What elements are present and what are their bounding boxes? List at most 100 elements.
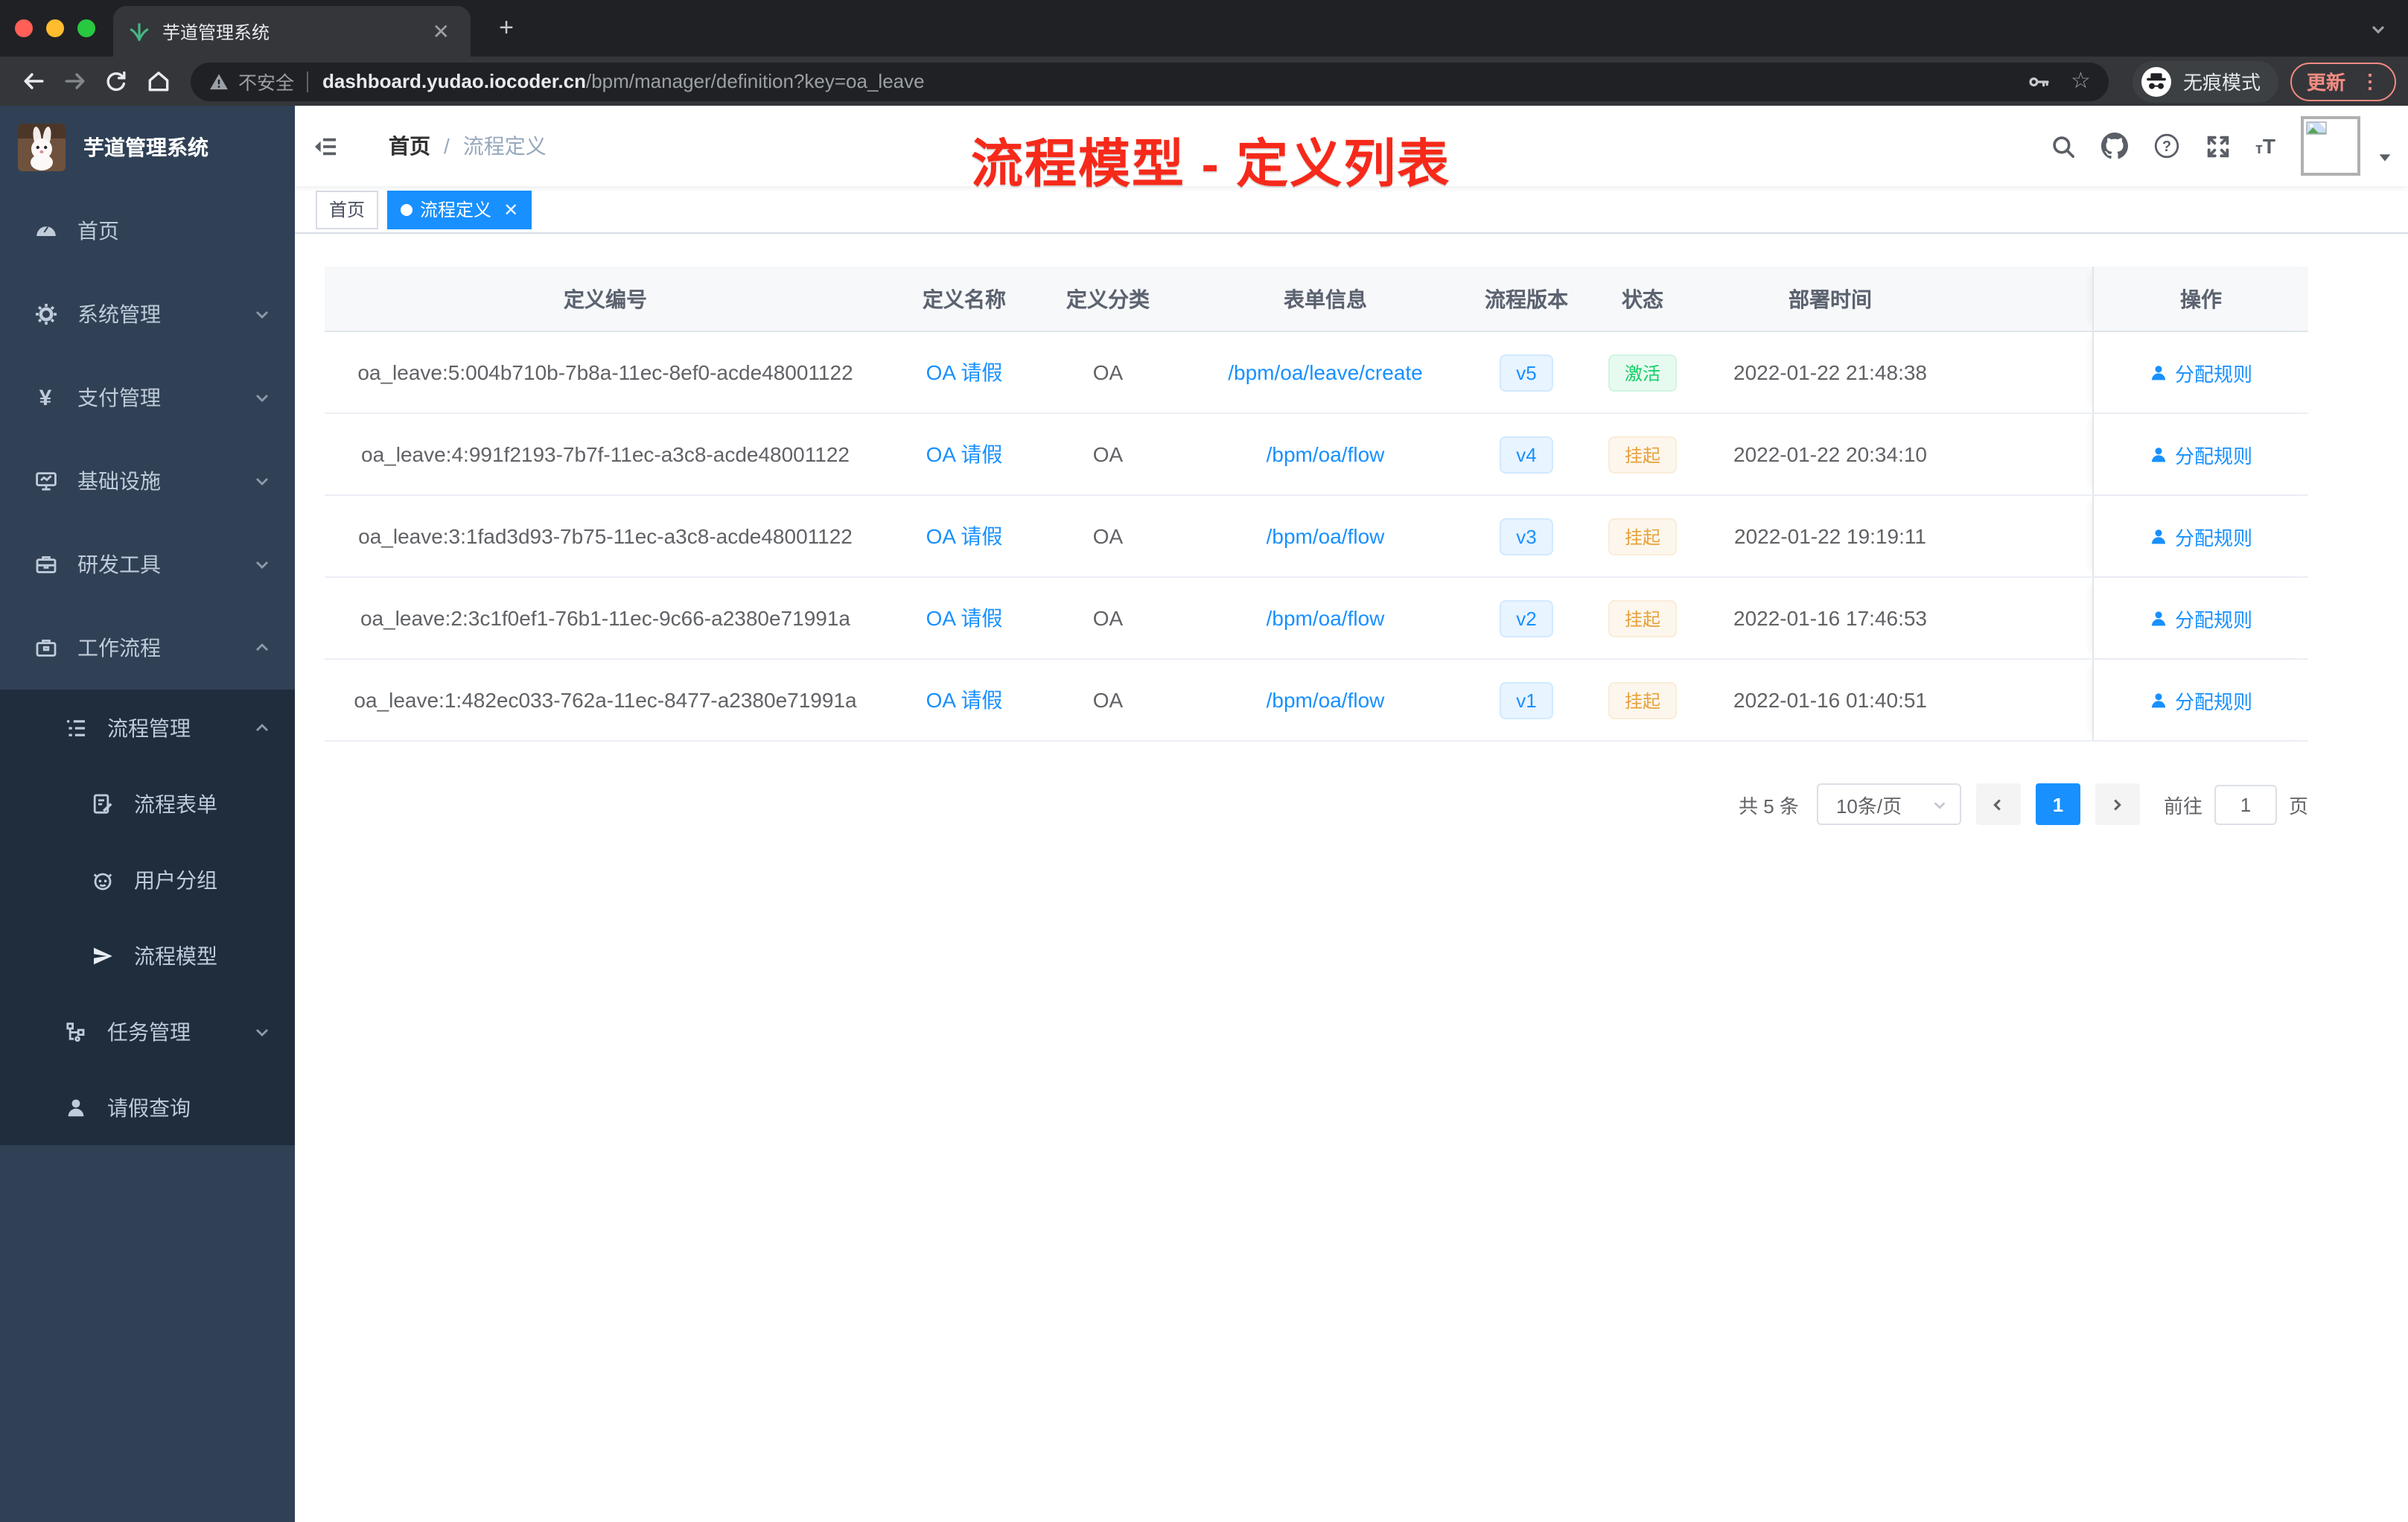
red-annotation-title: 流程模型 - 定义列表: [971, 136, 1451, 194]
tab-close-icon[interactable]: ✕: [427, 18, 456, 45]
sidebar-item-dev-tools[interactable]: 研发工具: [0, 523, 295, 606]
status-badge: 激活: [1608, 354, 1677, 391]
definition-name-link[interactable]: OA 请假: [926, 439, 1003, 469]
sidebar-item-leave-query[interactable]: 请假查询: [0, 1069, 295, 1145]
tag-process-definition[interactable]: 流程定义 ✕: [387, 190, 532, 229]
search-icon[interactable]: [2050, 133, 2075, 159]
prev-page-button[interactable]: [1975, 783, 2021, 825]
sidebar-item-label: 基础设施: [77, 469, 161, 493]
form-doc-icon: [89, 792, 115, 815]
sidebar-item-home[interactable]: 首页: [0, 189, 295, 273]
sidebar: 芋道管理系统 首页 系统管理 ¥ 支付管理 基础设施 研发工具 工作流程 流程管…: [0, 106, 295, 1522]
maximize-window-button[interactable]: [77, 19, 95, 37]
definition-name-link[interactable]: OA 请假: [926, 685, 1003, 715]
breadcrumb-home-link[interactable]: 首页: [389, 131, 430, 161]
briefcase-icon: [33, 636, 58, 660]
tag-home[interactable]: 首页: [316, 190, 379, 229]
definition-category: OA: [1092, 524, 1124, 548]
definition-category: OA: [1092, 360, 1124, 384]
assign-rule-label: 分配规则: [2174, 445, 2252, 467]
assign-rule-button[interactable]: 分配规则: [2150, 604, 2252, 632]
fullscreen-icon[interactable]: [2205, 133, 2230, 159]
sidebar-logo[interactable]: 芋道管理系统: [0, 106, 295, 189]
definition-id: oa_leave:4:991f2193-7b7f-11ec-a3c8-acde4…: [361, 442, 850, 466]
sidebar-item-label: 请假查询: [107, 1095, 191, 1119]
definition-id: oa_leave:3:1fad3d93-7b75-11ec-a3c8-acde4…: [358, 524, 853, 548]
sidebar-item-label: 流程管理: [107, 716, 191, 739]
incognito-label: 无痕模式: [2182, 71, 2261, 94]
close-window-button[interactable]: [15, 19, 33, 37]
address-bar[interactable]: 不安全 dashboard.yudao.iocoder.cn/bpm/manag…: [191, 62, 2109, 101]
reload-icon[interactable]: [95, 60, 137, 102]
sidebar-item-label: 支付管理: [77, 386, 161, 410]
hamburger-icon[interactable]: [295, 106, 356, 186]
sidebar-item-label: 用户分组: [134, 867, 217, 891]
sidebar-item-label: 流程模型: [134, 943, 217, 967]
sidebar-item-user-group[interactable]: 用户分组: [0, 841, 295, 917]
minimize-window-button[interactable]: [46, 19, 64, 37]
workflow-submenu: 流程管理 流程表单 用户分组 流程模型 任务管理 请假查询: [0, 690, 295, 1145]
app-shell: 芋道管理系统 首页 系统管理 ¥ 支付管理 基础设施 研发工具 工作流程 流程管…: [0, 106, 2408, 1522]
column-header: 操作: [2092, 267, 2308, 331]
form-link[interactable]: /bpm/oa/leave/create: [1228, 360, 1423, 384]
page-size-select[interactable]: 10条/页: [1816, 783, 1961, 825]
sidebar-item-system[interactable]: 系统管理: [0, 273, 295, 356]
version-tag: v1: [1500, 681, 1553, 719]
chevron-down-icon: [253, 555, 271, 573]
avatar[interactable]: [2301, 116, 2360, 176]
definition-name-link[interactable]: OA 请假: [926, 521, 1003, 551]
chevron-right-icon: [2115, 798, 2122, 810]
bookmark-star-icon[interactable]: ☆: [2071, 70, 2091, 92]
sidebar-item-task-management[interactable]: 任务管理: [0, 993, 295, 1069]
tab-strip-caret-icon[interactable]: [2369, 19, 2387, 46]
home-icon[interactable]: [137, 60, 179, 102]
sidebar-item-process-management[interactable]: 流程管理: [0, 690, 295, 765]
help-icon[interactable]: ?: [2153, 133, 2179, 159]
form-link[interactable]: /bpm/oa/flow: [1267, 524, 1385, 548]
browser-update-button[interactable]: 更新 ⋮: [2290, 62, 2396, 101]
screen: 芋道管理系统 ✕ + 不安全 dashboard.yudao.iocoder.c…: [0, 0, 2408, 1522]
browser-menu-dots-icon[interactable]: ⋮: [2360, 69, 2380, 93]
assign-rule-label: 分配规则: [2174, 526, 2252, 549]
form-link[interactable]: /bpm/oa/flow: [1267, 688, 1385, 712]
pagination-total: 共 5 条: [1739, 795, 1799, 817]
new-tab-button[interactable]: +: [491, 13, 521, 43]
text-size-icon[interactable]: тT: [2255, 134, 2275, 158]
table-row: oa_leave:5:004b710b-7b8a-11ec-8ef0-acde4…: [325, 332, 2308, 414]
active-tag-dot: [401, 203, 413, 215]
status-badge: 挂起: [1608, 681, 1677, 719]
sidebar-item-process-model[interactable]: 流程模型: [0, 917, 295, 993]
form-link[interactable]: /bpm/oa/flow: [1267, 442, 1385, 466]
warning-triangle-icon[interactable]: [208, 71, 229, 92]
next-page-button[interactable]: [2095, 783, 2140, 825]
back-icon[interactable]: [12, 60, 54, 102]
forward-icon[interactable]: [54, 60, 95, 102]
sidebar-item-label: 流程表单: [134, 792, 217, 815]
sidebar-item-process-form[interactable]: 流程表单: [0, 765, 295, 841]
key-icon[interactable]: [2026, 69, 2050, 93]
assign-rule-button[interactable]: 分配规则: [2150, 686, 2252, 714]
assign-rule-button[interactable]: 分配规则: [2150, 440, 2252, 468]
robot-icon: [89, 867, 115, 891]
table-row: oa_leave:4:991f2193-7b7f-11ec-a3c8-acde4…: [325, 414, 2308, 496]
sidebar-item-payment[interactable]: ¥ 支付管理: [0, 356, 295, 439]
yen-icon: ¥: [39, 385, 52, 410]
form-link[interactable]: /bpm/oa/flow: [1267, 606, 1385, 630]
browser-tab[interactable]: 芋道管理系统 ✕: [113, 6, 471, 57]
goto-page-input[interactable]: [2214, 784, 2277, 824]
definition-category: OA: [1092, 688, 1124, 712]
page-number-1[interactable]: 1: [2035, 783, 2080, 825]
sidebar-item-workflow[interactable]: 工作流程: [0, 606, 295, 690]
assign-rule-button[interactable]: 分配规则: [2150, 358, 2252, 386]
definition-id: oa_leave:2:3c1f0ef1-76b1-11ec-9c66-a2380…: [360, 606, 850, 630]
chevron-down-icon: [253, 472, 271, 490]
github-icon[interactable]: [2100, 133, 2128, 159]
avatar-caret-icon[interactable]: [2377, 146, 2393, 173]
chevron-up-icon: [253, 639, 271, 657]
sidebar-item-infrastructure[interactable]: 基础设施: [0, 439, 295, 523]
definition-name-link[interactable]: OA 请假: [926, 357, 1003, 387]
assign-rule-button[interactable]: 分配规则: [2150, 522, 2252, 550]
tag-close-icon[interactable]: ✕: [503, 199, 518, 220]
breadcrumb-separator: /: [444, 134, 450, 158]
definition-name-link[interactable]: OA 请假: [926, 603, 1003, 633]
